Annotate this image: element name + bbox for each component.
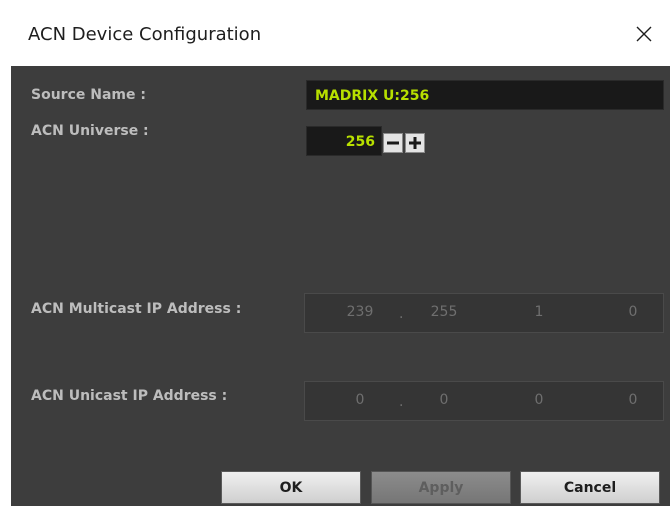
unicast-ip-dot-1: .	[399, 394, 404, 410]
cancel-button[interactable]: Cancel	[520, 471, 660, 504]
title-bar: ACN Device Configuration	[0, 0, 670, 66]
multicast-ip-input: 239 . 255 1 0	[304, 293, 664, 333]
ok-button[interactable]: OK	[221, 471, 361, 504]
apply-button[interactable]: Apply	[371, 471, 511, 504]
unicast-ip-octet-4: 0	[628, 392, 638, 408]
minus-icon	[387, 141, 399, 145]
multicast-ip-octet-2: 255	[430, 304, 458, 320]
universe-decrement-button[interactable]	[383, 133, 403, 153]
universe-increment-button[interactable]	[405, 133, 425, 153]
source-name-value: MADRIX U:256	[315, 88, 430, 104]
multicast-ip-label: ACN Multicast IP Address :	[31, 301, 242, 317]
acn-universe-value: 256	[345, 134, 375, 150]
close-icon	[636, 26, 652, 42]
multicast-ip-octet-4: 0	[628, 304, 638, 320]
multicast-ip-octet-1: 239	[346, 304, 374, 320]
multicast-ip-dot-1: .	[399, 306, 404, 322]
source-name-input[interactable]: MADRIX U:256	[306, 80, 664, 110]
plus-icon	[409, 137, 421, 149]
multicast-ip-octet-3: 1	[534, 304, 544, 320]
unicast-ip-octet-1: 0	[355, 392, 365, 408]
unicast-ip-label: ACN Unicast IP Address :	[31, 388, 228, 404]
close-button[interactable]	[618, 13, 670, 55]
unicast-ip-input: 0 . 0 0 0	[304, 381, 664, 421]
acn-device-configuration-dialog: ACN Device Configuration Source Name : M…	[0, 0, 670, 516]
unicast-ip-octet-2: 0	[439, 392, 449, 408]
source-name-label: Source Name :	[31, 87, 146, 103]
window-bottom-border	[0, 506, 670, 516]
dialog-title: ACN Device Configuration	[28, 24, 262, 45]
acn-universe-label: ACN Universe :	[31, 123, 149, 139]
unicast-ip-octet-3: 0	[534, 392, 544, 408]
acn-universe-input[interactable]: 256	[306, 126, 382, 156]
